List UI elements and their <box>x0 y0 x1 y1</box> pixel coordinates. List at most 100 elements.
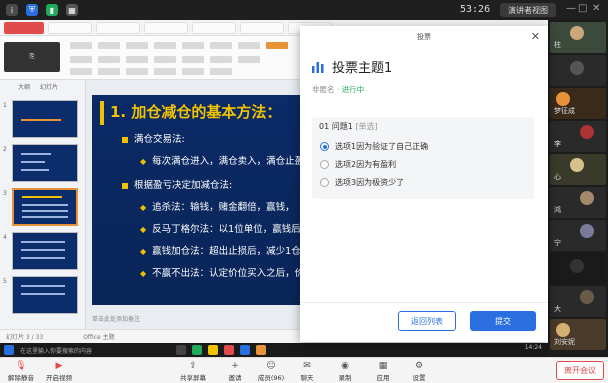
apps-icon: ▦ <box>378 360 388 371</box>
thumb-line <box>22 204 68 206</box>
slide-thumbnail[interactable] <box>12 100 78 138</box>
participant-tile[interactable]: 大 <box>550 286 606 317</box>
ribbon-tool[interactable] <box>210 56 232 63</box>
meeting-timer: 53:26 <box>460 4 491 15</box>
doc-tab[interactable] <box>240 21 284 34</box>
question-card: 01 问题1 [单选] 选项1因为验证了自己正确 选项2因为有盈利 选项3因为极… <box>312 117 534 199</box>
diamond-bullet-icon: ◆ <box>140 247 147 256</box>
notes-area[interactable]: 单击此处添加备注 <box>92 314 332 324</box>
ribbon-tool[interactable] <box>182 56 204 63</box>
shield-icon[interactable]: ⛨ <box>26 4 38 16</box>
doc-tab[interactable] <box>48 21 92 34</box>
ribbon-tab[interactable] <box>182 42 204 49</box>
slide-thumbnail[interactable] <box>12 232 78 270</box>
apps-button[interactable]: ▦ 应用 <box>366 360 400 383</box>
close-icon[interactable]: ✕ <box>531 30 540 43</box>
ribbon-tool[interactable] <box>98 68 120 75</box>
slide-thumbnail-selected[interactable] <box>12 188 78 226</box>
vote-option[interactable]: 选项3因为极资少了 <box>320 177 404 188</box>
participant-tile[interactable]: 李 <box>550 121 606 152</box>
info-icon[interactable]: i <box>6 4 18 16</box>
ribbon-tool[interactable] <box>126 56 148 63</box>
app-icon[interactable] <box>256 345 266 355</box>
task-view-icon[interactable] <box>176 345 186 355</box>
close-window-icon[interactable]: ✕ <box>592 3 600 14</box>
submit-button[interactable]: 提交 <box>470 311 536 331</box>
wps-home-tab[interactable] <box>4 21 44 34</box>
doc-tab[interactable] <box>144 21 188 34</box>
doc-tab[interactable] <box>96 21 140 34</box>
ribbon-tools-row <box>70 68 232 78</box>
network-signal-icon[interactable]: ▮ <box>46 4 58 16</box>
slide-thumbnail[interactable] <box>12 276 78 314</box>
ribbon-tab-active[interactable] <box>266 42 288 49</box>
bullet-level-2: ◆ 反马丁格尔法：以1位单位，赢钱后 <box>140 224 301 235</box>
app-icon[interactable] <box>192 345 202 355</box>
avatar <box>570 26 584 40</box>
ribbon-tab[interactable] <box>126 42 148 49</box>
participant-tile[interactable]: 宁 <box>550 220 606 251</box>
ribbon-tool[interactable] <box>154 68 176 75</box>
participant-tile[interactable]: 心 <box>550 154 606 185</box>
gear-icon: ⚙ <box>414 360 424 371</box>
taskbar-search-input[interactable]: 在这里输入你要搜索的内容 <box>20 346 120 355</box>
members-icon: ☺ <box>266 360 276 371</box>
ribbon-tool[interactable] <box>70 68 92 75</box>
back-to-list-button[interactable]: 返回列表 <box>398 311 456 331</box>
browser-icon[interactable] <box>240 345 250 355</box>
grid-layout-icon[interactable]: ▦ <box>66 4 78 16</box>
ribbon-tool[interactable] <box>98 56 120 63</box>
participant-tile[interactable] <box>550 253 606 284</box>
leave-meeting-button[interactable]: 离开会议 <box>556 361 604 380</box>
ribbon-tool[interactable] <box>126 68 148 75</box>
ribbon-tool[interactable] <box>70 56 92 63</box>
unmute-button[interactable]: 🎙 解除静音 <box>4 360 38 383</box>
tab-outline[interactable]: 大纲 <box>18 82 30 91</box>
ribbon-tab[interactable] <box>70 42 92 49</box>
chat-button[interactable]: ✉ 聊天 <box>290 360 324 383</box>
slide-thumbnail[interactable] <box>12 144 78 182</box>
diamond-bullet-icon: ◆ <box>140 203 147 212</box>
radio-unchecked-icon[interactable] <box>320 160 329 169</box>
ribbon-tab[interactable] <box>238 42 260 49</box>
radio-checked-icon[interactable] <box>320 142 329 151</box>
settings-button[interactable]: ⚙ 设置 <box>402 360 436 383</box>
members-button[interactable]: ☺ 成员(96) <box>254 360 288 383</box>
paste-icon[interactable]: ⎘ <box>4 42 60 72</box>
doc-tab[interactable] <box>192 21 236 34</box>
ribbon-tab[interactable] <box>154 42 176 49</box>
bullet-level-2: ◆ 每次满仓进入，满仓卖入，满仓止盈 <box>140 156 305 167</box>
windows-taskbar: 在这里输入你要搜索的内容 14:24 <box>0 343 548 357</box>
participant-tile[interactable]: 鸿 <box>550 187 606 218</box>
speaker-view-button[interactable]: 演讲者视图 <box>500 3 556 17</box>
share-screen-button[interactable]: ⇪ 共享屏幕 <box>176 360 210 383</box>
start-video-button[interactable]: ▶ 开启视频 <box>42 360 76 383</box>
ribbon-tool[interactable] <box>238 56 260 63</box>
participant-tile[interactable]: 柱 <box>550 22 606 53</box>
avatar <box>570 259 584 273</box>
maximize-icon[interactable]: □ <box>578 3 587 14</box>
minimize-icon[interactable]: — <box>566 3 576 14</box>
ribbon-tab[interactable] <box>210 42 232 49</box>
tab-slides[interactable]: 幻灯片 <box>40 82 58 91</box>
ribbon-tab[interactable] <box>98 42 120 49</box>
invite-button[interactable]: + 邀请 <box>218 360 252 383</box>
ribbon-tool[interactable] <box>210 68 232 75</box>
slide-title: 1. 加仓减仓的基本方法： <box>110 103 282 121</box>
record-button[interactable]: ◉ 录制 <box>328 360 362 383</box>
folder-icon[interactable] <box>208 345 218 355</box>
app-icon[interactable] <box>224 345 234 355</box>
thumb-line <box>21 293 65 295</box>
square-bullet-icon <box>122 182 128 189</box>
participant-tile[interactable]: 梦征成 <box>550 88 606 119</box>
ribbon-tool[interactable] <box>154 56 176 63</box>
vote-option[interactable]: 选项2因为有盈利 <box>320 159 396 170</box>
participant-tile[interactable] <box>550 55 606 86</box>
windows-start-icon[interactable] <box>4 345 14 355</box>
vote-option[interactable]: 选项1因为验证了自己正确 <box>320 141 428 152</box>
bullet-level-2: ◆ 追杀法：输钱，赌金翻倍，赢钱， <box>140 202 295 213</box>
participant-tile[interactable]: 刘安妮 <box>550 319 606 350</box>
ribbon-tool[interactable] <box>182 68 204 75</box>
radio-unchecked-icon[interactable] <box>320 178 329 187</box>
diamond-bullet-icon: ◆ <box>140 157 147 166</box>
